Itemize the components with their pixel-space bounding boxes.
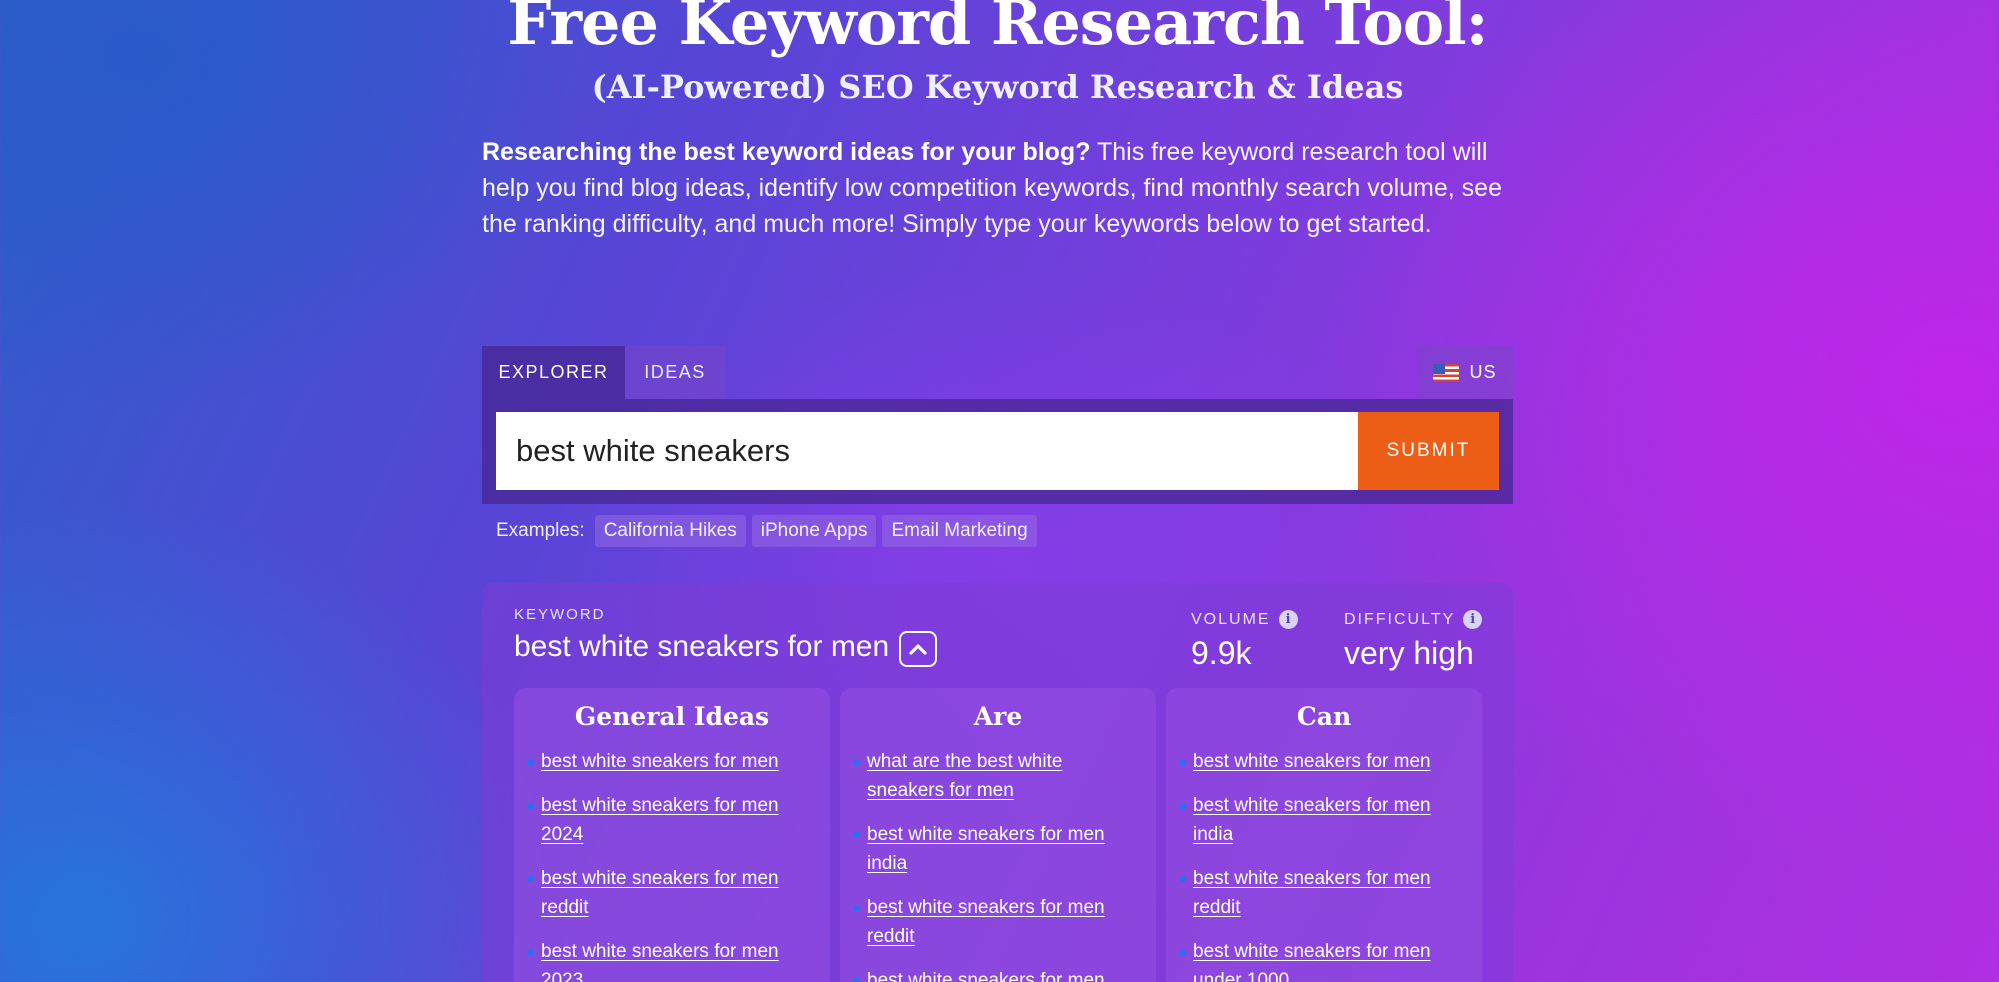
list-item: best white sneakers for men under 1000 xyxy=(1180,937,1468,982)
example-chip[interactable]: California Hikes xyxy=(594,515,746,547)
idea-link[interactable]: best white sneakers for men 2024 xyxy=(541,795,779,845)
list-item: best white sneakers for men 2023 xyxy=(528,937,816,982)
idea-link[interactable]: best white sneakers for men xyxy=(541,751,779,772)
list-item: best white sneakers for men 2024 xyxy=(528,791,816,849)
list-item: best white sneakers for men xyxy=(1180,747,1468,776)
idea-link[interactable]: what are the best white sneakers for men xyxy=(867,751,1062,801)
idea-link[interactable]: best white sneakers for men reddit xyxy=(541,868,779,918)
list-item: what are the best white sneakers for men xyxy=(854,747,1142,805)
examples-row: Examples: California Hikes iPhone Apps E… xyxy=(496,514,1037,548)
intro-bold: Researching the best keyword ideas for y… xyxy=(482,138,1091,166)
list-item: best white sneakers for men xyxy=(528,747,816,776)
idea-column-are: Are what are the best white sneakers for… xyxy=(840,688,1156,982)
example-chip[interactable]: Email Marketing xyxy=(882,515,1037,547)
collapse-button[interactable] xyxy=(899,631,938,667)
examples-label: Examples: xyxy=(496,520,585,541)
difficulty-label: DIFFICULTY xyxy=(1344,610,1456,628)
list-item: best white sneakers for men india xyxy=(854,820,1142,878)
list-item: best white sneakers for men india xyxy=(1180,791,1468,849)
list-item: best white sneakers for men 2024 xyxy=(854,966,1142,982)
idea-column-general: General Ideas best white sneakers for me… xyxy=(514,688,830,982)
idea-columns: General Ideas best white sneakers for me… xyxy=(514,688,1482,982)
info-icon[interactable]: i xyxy=(1278,610,1298,629)
list-item: best white sneakers for men reddit xyxy=(528,864,816,922)
example-chip[interactable]: iPhone Apps xyxy=(751,515,877,547)
idea-link[interactable]: best white sneakers for men reddit xyxy=(867,897,1105,947)
list-item: best white sneakers for men reddit xyxy=(1180,864,1468,922)
idea-link[interactable]: best white sneakers for men under 1000 xyxy=(1193,941,1431,982)
page-subtitle: (AI-Powered) SEO Keyword Research & Idea… xyxy=(591,68,1404,106)
volume-label: VOLUME xyxy=(1191,610,1271,628)
country-selector[interactable]: US xyxy=(1417,346,1513,399)
idea-link[interactable]: best white sneakers for men india xyxy=(1193,795,1431,845)
keyword-value: best white sneakers for men xyxy=(514,630,890,663)
idea-link[interactable]: best white sneakers for men india xyxy=(867,824,1105,874)
column-title: General Ideas xyxy=(574,702,770,731)
submit-button[interactable]: SUBMIT xyxy=(1358,412,1499,490)
keyword-label: KEYWORD xyxy=(514,606,606,623)
us-flag-icon xyxy=(1433,363,1460,382)
keyword-search-input[interactable] xyxy=(496,412,1358,490)
results-panel: KEYWORD best white sneakers for men VOLU… xyxy=(482,583,1513,982)
column-title: Can xyxy=(1296,702,1352,731)
idea-column-can: Can best white sneakers for men best whi… xyxy=(1166,688,1482,982)
keyword-tool: EXPLORER IDEAS US SUBMIT Examples: Calif… xyxy=(482,346,1513,547)
tab-explorer[interactable]: EXPLORER xyxy=(482,346,625,399)
chevron-up-icon xyxy=(909,644,927,655)
volume-value: 9.9k xyxy=(1191,635,1252,671)
column-title: Are xyxy=(973,702,1023,731)
search-bar: SUBMIT xyxy=(482,399,1513,504)
idea-link[interactable]: best white sneakers for men 2024 xyxy=(867,970,1105,982)
volume-metric: VOLUME i 9.9k xyxy=(1191,610,1298,672)
country-label: US xyxy=(1469,362,1497,382)
idea-link[interactable]: best white sneakers for men xyxy=(1193,751,1431,772)
idea-link[interactable]: best white sneakers for men reddit xyxy=(1193,868,1431,918)
difficulty-value: very high xyxy=(1344,635,1474,671)
idea-link[interactable]: best white sneakers for men 2023 xyxy=(541,941,779,982)
difficulty-metric: DIFFICULTY i very high xyxy=(1344,610,1483,672)
keyword-heading: best white sneakers for men xyxy=(514,627,938,667)
tab-ideas[interactable]: IDEAS xyxy=(625,346,725,399)
tab-bar: EXPLORER IDEAS US xyxy=(482,346,1513,399)
info-icon[interactable]: i xyxy=(1463,610,1483,629)
list-item: best white sneakers for men reddit xyxy=(854,893,1142,951)
page-title: Free Keyword Research Tool: xyxy=(507,0,1488,59)
intro-paragraph: Researching the best keyword ideas for y… xyxy=(482,134,1513,242)
